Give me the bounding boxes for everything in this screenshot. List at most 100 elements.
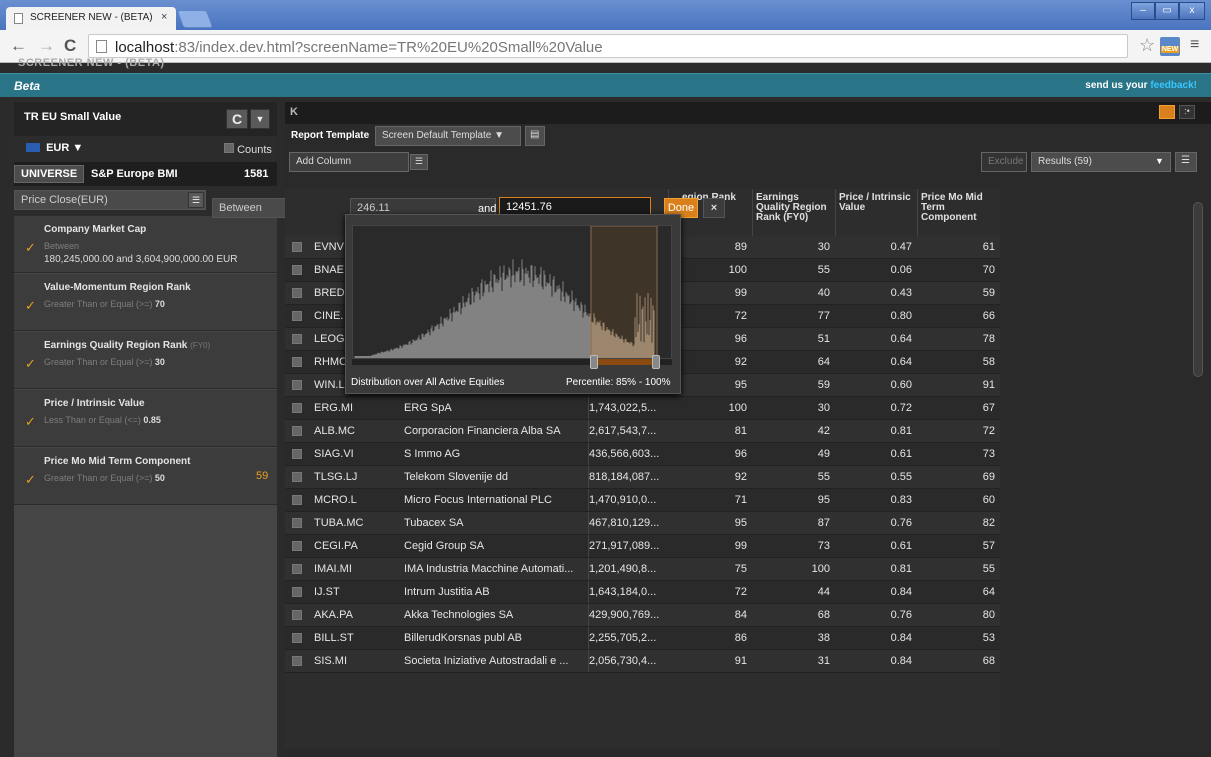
row-checkbox[interactable] [292, 587, 302, 597]
table-cell: IMAI.MI [314, 563, 352, 575]
range-slider-low-handle[interactable] [590, 355, 598, 369]
row-checkbox[interactable] [292, 288, 302, 298]
table-row[interactable]: CEGI.PA Cegid Group SA 271,917,089... 99 73 0… [285, 535, 1000, 558]
new-tab-button[interactable] [176, 10, 214, 28]
criteria-item[interactable]: ✓ Company Market Cap Between 180,245,000… [14, 216, 277, 273]
back-icon[interactable]: ← [10, 36, 27, 56]
row-checkbox[interactable] [292, 656, 302, 666]
column-header[interactable]: Earnings Quality Region Rank (FY0) [752, 189, 835, 236]
row-checkbox[interactable] [292, 265, 302, 275]
browser-tab[interactable]: SCREENER NEW - (BETA) × [6, 7, 176, 30]
refresh-button[interactable]: C [226, 109, 248, 129]
criteria-item[interactable]: ✓ Price / Intrinsic Value Less Than or E… [14, 390, 277, 447]
table-row[interactable]: ERG.MI ERG SpA 1,743,022,5... 100 30 0.72 67 [285, 397, 1000, 420]
table-row[interactable]: ALB.MC Corporacion Financiera Alba SA 2,61… [285, 420, 1000, 443]
tab-close-icon[interactable]: × [161, 11, 167, 23]
row-checkbox[interactable] [292, 541, 302, 551]
column-header[interactable]: Price Mo Mid Term Component [917, 189, 1000, 236]
row-checkbox[interactable] [292, 472, 302, 482]
list-options-icon[interactable]: ☰ [1175, 152, 1197, 172]
table-cell: Tubacex SA [404, 517, 464, 529]
table-row[interactable]: MCRO.L Micro Focus International PLC 1,470… [285, 489, 1000, 512]
table-row[interactable]: AKA.PA Akka Technologies SA 429,900,769...… [285, 604, 1000, 627]
minimize-button[interactable]: – [1131, 2, 1155, 20]
criteria-item[interactable]: ✓ Earnings Quality Region Rank (FY0) Gre… [14, 332, 277, 389]
table-row[interactable]: TUBA.MC Tubacex SA 467,810,129... 95 87 0.76 8… [285, 512, 1000, 535]
forward-icon[interactable]: → [38, 36, 55, 56]
check-icon: ✓ [25, 472, 36, 487]
criteria-item[interactable]: ✓ Price Mo Mid Term Component Greater Th… [14, 448, 277, 505]
address-bar[interactable]: localhost:83/index.dev.html?screenName=T… [88, 34, 1128, 58]
report-template-label: Report Template [291, 130, 370, 141]
row-checkbox[interactable] [292, 357, 302, 367]
row-checkbox[interactable] [292, 334, 302, 344]
maximize-button[interactable]: ▭ [1155, 2, 1179, 20]
counts-checkbox[interactable] [224, 143, 234, 153]
screen-menu-button[interactable]: ▼ [250, 109, 270, 129]
row-checkbox[interactable] [292, 426, 302, 436]
column-header[interactable] [285, 189, 309, 236]
row-checkbox[interactable] [292, 242, 302, 252]
url-path: :83/index.dev.html?screenName=TR%20EU%20… [174, 39, 603, 56]
table-cell: 51 [817, 333, 830, 345]
table-cell: 73 [982, 448, 995, 460]
table-row[interactable]: IMAI.MI IMA Industria Macchine Automati..… [285, 558, 1000, 581]
reload-icon[interactable]: C [64, 36, 76, 56]
table-row[interactable]: TLSG.LJ Telekom Slovenije dd 818,184,087..… [285, 466, 1000, 489]
menu-icon[interactable]: ≡ [1190, 36, 1199, 54]
row-checkbox[interactable] [292, 610, 302, 620]
table-cell: 77 [817, 310, 830, 322]
table-cell: 42 [817, 425, 830, 437]
table-cell: ERG.MI [314, 402, 354, 414]
close-filter-button[interactable]: × [703, 198, 725, 218]
row-checkbox[interactable] [292, 380, 302, 390]
star-icon[interactable]: ☆ [1139, 35, 1155, 56]
universe-row: UNIVERSE S&P Europe BMI 1581 [14, 162, 277, 186]
table-cell: 38 [817, 632, 830, 644]
table-row[interactable]: BILL.ST BillerudKorsnas publ AB 2,255,705,… [285, 627, 1000, 650]
table-cell: Societa Iniziative Autostradali e ... [404, 655, 569, 667]
table-row[interactable]: IJ.ST Intrum Justitia AB 1,643,184,0... 72 4… [285, 581, 1000, 604]
exclude-button[interactable]: Exclude [981, 152, 1027, 172]
extension-new-icon[interactable]: NEW [1160, 37, 1180, 56]
table-cell: 0.83 [890, 494, 912, 506]
distribution-histogram[interactable] [352, 225, 672, 359]
table-cell: 100 [728, 402, 747, 414]
check-icon: ✓ [25, 414, 36, 429]
table-cell: 0.64 [890, 333, 912, 345]
universe-button[interactable]: UNIVERSE [14, 165, 85, 183]
table-row[interactable]: SIS.MI Societa Iniziative Autostradali e … [285, 650, 1000, 673]
currency-select[interactable]: EUR ▼ [46, 142, 83, 154]
field-menu-icon[interactable]: ☰ [188, 192, 204, 208]
row-checkbox[interactable] [292, 518, 302, 528]
range-slider-high-handle[interactable] [652, 355, 660, 369]
save-template-icon[interactable]: ▤ [525, 126, 545, 146]
grid-view-icon[interactable] [1159, 105, 1175, 119]
results-select[interactable]: Results (59) [1031, 152, 1171, 172]
add-column-select[interactable]: Add Column [289, 152, 409, 172]
scatter-view-icon[interactable]: :• [1179, 105, 1195, 119]
collapse-panel-icon[interactable]: K [290, 106, 298, 118]
table-cell: BillerudKorsnas publ AB [404, 632, 523, 644]
template-select[interactable]: Screen Default Template ▼ [375, 126, 521, 146]
feedback-link[interactable]: feedback! [1150, 80, 1197, 91]
row-checkbox[interactable] [292, 449, 302, 459]
table-cell: 467,810,129... [588, 512, 663, 534]
counts-toggle[interactable]: Counts [224, 143, 272, 156]
table-cell: 0.81 [890, 563, 912, 575]
results-dropdown-icon[interactable]: ▼ [1155, 156, 1164, 166]
row-checkbox[interactable] [292, 495, 302, 505]
column-header[interactable]: Price / Intrinsic Value [835, 189, 917, 236]
vertical-scrollbar[interactable] [1193, 202, 1203, 377]
table-cell: 59 [817, 379, 830, 391]
row-checkbox[interactable] [292, 403, 302, 413]
universe-name: S&P Europe BMI [91, 168, 178, 180]
table-row[interactable]: SIAG.VI S Immo AG 436,566,603... 96 49 0.61 73 [285, 443, 1000, 466]
close-window-button[interactable]: x [1179, 2, 1205, 20]
field-select[interactable]: Price Close(EUR) [14, 190, 206, 210]
add-column-menu-icon[interactable]: ☰ [410, 154, 428, 170]
row-checkbox[interactable] [292, 633, 302, 643]
criteria-item[interactable]: ✓ Value-Momentum Region Rank Greater Tha… [14, 274, 277, 331]
row-checkbox[interactable] [292, 564, 302, 574]
row-checkbox[interactable] [292, 311, 302, 321]
